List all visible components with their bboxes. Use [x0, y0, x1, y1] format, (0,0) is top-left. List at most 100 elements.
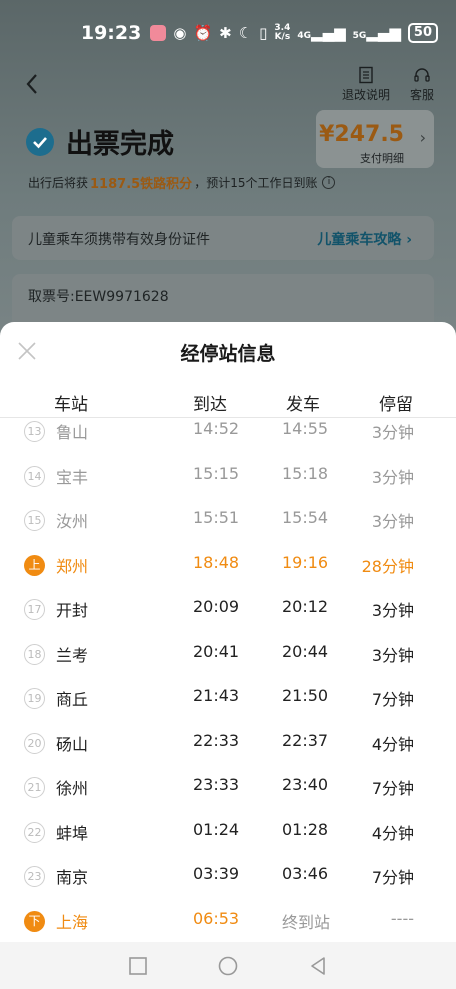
- customer-service-label: 客服: [409, 88, 434, 102]
- system-nav-bar: [0, 942, 456, 989]
- depart-time: 22:37: [282, 731, 329, 750]
- eye-icon: ◉: [173, 24, 187, 42]
- payment-detail-label: 支付明细: [360, 152, 404, 165]
- station-name: 南京: [56, 868, 89, 887]
- station-name: 砀山: [56, 735, 89, 754]
- station-name: 汝州: [56, 512, 89, 531]
- depart-time: 21:50: [282, 686, 329, 705]
- stay-duration: ----: [390, 909, 414, 928]
- home-button[interactable]: [217, 955, 239, 977]
- document-icon: [359, 66, 373, 84]
- depart-time: 23:40: [282, 775, 329, 794]
- check-circle-icon: [26, 127, 54, 156]
- station-name: 郑州: [56, 557, 89, 576]
- depart-time: 03:46: [282, 864, 329, 883]
- arrive-time: 14:52: [193, 419, 240, 438]
- arrive-time: 06:53: [193, 909, 240, 928]
- stop-index: 上: [24, 555, 45, 576]
- back-button[interactable]: [22, 70, 46, 98]
- ticket-number: 取票号:EEW9971628: [28, 289, 169, 305]
- station-name: 开封: [56, 601, 89, 620]
- stop-index: 21: [24, 777, 45, 798]
- station-name: 蚌埠: [56, 824, 89, 843]
- stop-index: 13: [24, 421, 45, 442]
- stay-duration: 3分钟: [371, 468, 414, 487]
- recent-apps-button[interactable]: [127, 955, 149, 977]
- table-row: 18 兰考 20:41 20:44 3分钟: [0, 633, 456, 677]
- stay-duration: 3分钟: [371, 646, 414, 665]
- header-actions: 退改说明 客服: [342, 66, 434, 103]
- table-row: 上 郑州 18:48 19:16 28分钟: [0, 544, 456, 588]
- table-row: 21 徐州 23:33 23:40 7分钟: [0, 766, 456, 810]
- info-icon[interactable]: i: [322, 176, 336, 189]
- stop-index: 20: [24, 733, 45, 754]
- child-guide-link[interactable]: 儿童乘车攻略 ›: [317, 229, 412, 249]
- stay-duration: 4分钟: [371, 735, 414, 754]
- payment-detail-button[interactable]: ¥247.5 支付明细 ›: [316, 110, 434, 168]
- status-bar: 19:23 ◉ ⏰ ✱ ☾ ▯ 3.4 K/s 4G▂▄▆ 5G▂▄▆ 50: [81, 18, 438, 48]
- stops-sheet: 经停站信息 车站 到达 发车 停留 13 鲁山 14:52 14:55 3分钟 …: [0, 322, 456, 942]
- child-notice-text: 儿童乘车须携带有效身份证件: [28, 232, 210, 248]
- stop-index: 15: [24, 510, 45, 531]
- depart-time: 01:28: [282, 820, 329, 839]
- table-row: 19 商丘 21:43 21:50 7分钟: [0, 677, 456, 721]
- stay-duration: 3分钟: [371, 423, 414, 442]
- arrive-time: 20:09: [193, 597, 240, 616]
- signal-4g-icon: 4G▂▄▆: [297, 24, 346, 42]
- sheet-title: 经停站信息: [180, 343, 276, 365]
- arrive-time: 20:41: [193, 642, 240, 661]
- station-name: 上海: [56, 913, 89, 932]
- arrive-time: 15:15: [193, 464, 240, 483]
- table-row: 17 开封 20:09 20:12 3分钟: [0, 588, 456, 632]
- table-row: 13 鲁山 14:52 14:55 3分钟: [0, 410, 456, 454]
- alarm-icon: ⏰: [193, 24, 213, 42]
- station-name: 宝丰: [56, 468, 89, 487]
- refund-rules-label: 退改说明: [341, 88, 390, 102]
- arrive-time: 03:39: [193, 864, 240, 883]
- headset-icon: [414, 68, 430, 82]
- depart-time: 15:18: [282, 464, 329, 483]
- stop-index: 17: [24, 599, 45, 620]
- stay-duration: 3分钟: [371, 512, 414, 531]
- table-row: 22 蚌埠 01:24 01:28 4分钟: [0, 811, 456, 855]
- stay-duration: 7分钟: [371, 779, 414, 798]
- station-name: 商丘: [56, 690, 89, 709]
- chevron-right-icon: ›: [419, 128, 426, 147]
- ticket-price: ¥247.5: [319, 122, 404, 147]
- signal-5g-icon: 5G▂▄▆: [352, 24, 401, 42]
- stay-duration: 28分钟: [361, 557, 414, 576]
- back-nav-button[interactable]: [307, 955, 329, 977]
- stay-duration: 4分钟: [371, 824, 414, 843]
- points-notice: 出行后将获 1187.5铁路积分 ，预计15个工作日到账 i: [28, 173, 336, 192]
- child-notice-card: 儿童乘车须携带有效身份证件 儿童乘车攻略 ›: [12, 216, 434, 260]
- depart-time: 20:12: [282, 597, 329, 616]
- arrive-time: 22:33: [193, 731, 240, 750]
- stop-index: 19: [24, 688, 45, 709]
- table-row: 23 南京 03:39 03:46 7分钟: [0, 855, 456, 899]
- bluetooth-icon: ✱: [219, 24, 232, 42]
- arrive-time: 21:43: [193, 686, 240, 705]
- depart-time: 14:55: [282, 419, 329, 438]
- station-name: 兰考: [56, 646, 89, 665]
- depart-time: 20:44: [282, 642, 329, 661]
- stop-index: 23: [24, 866, 45, 887]
- stop-index: 14: [24, 466, 45, 487]
- station-name: 鲁山: [56, 423, 89, 442]
- table-row: 下 上海 06:53 终到站 ----: [0, 900, 456, 942]
- stop-index: 下: [24, 911, 45, 932]
- status-time: 19:23: [80, 22, 142, 44]
- arrive-time: 23:33: [193, 775, 240, 794]
- table-row: 15 汝州 15:51 15:54 3分钟: [0, 499, 456, 543]
- ticket-status: 出票完成: [26, 122, 174, 161]
- refund-rules-button[interactable]: 退改说明: [342, 66, 390, 103]
- stop-index: 18: [24, 644, 45, 665]
- stay-duration: 3分钟: [371, 601, 414, 620]
- vibrate-icon: ▯: [259, 24, 268, 42]
- stay-duration: 7分钟: [371, 868, 414, 887]
- net-speed: 3.4 K/s: [274, 23, 291, 42]
- ticket-status-title: 出票完成: [66, 129, 174, 160]
- depart-time: 19:16: [282, 553, 329, 572]
- customer-service-button[interactable]: 客服: [410, 66, 434, 103]
- chevron-left-icon: [26, 74, 37, 94]
- depart-time: 终到站: [282, 913, 331, 932]
